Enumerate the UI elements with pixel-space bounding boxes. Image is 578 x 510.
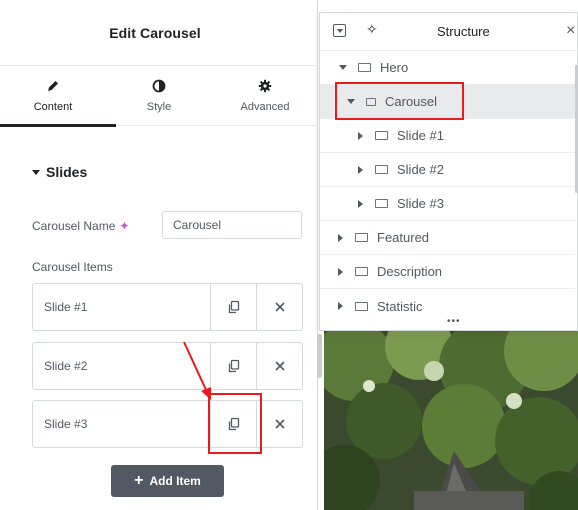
tree-item-slide-2[interactable]: Slide #2 bbox=[320, 153, 575, 187]
carousel-name-input[interactable] bbox=[162, 211, 302, 239]
remove-button[interactable] bbox=[256, 401, 302, 447]
duplicate-icon bbox=[228, 300, 239, 314]
pencil-icon bbox=[48, 81, 58, 91]
ai-sparkle-icon[interactable]: ✦ bbox=[119, 219, 129, 233]
close-icon[interactable]: × bbox=[566, 22, 575, 40]
container-icon bbox=[355, 267, 368, 276]
highlight-carousel bbox=[335, 82, 464, 120]
highlight-duplicate-button bbox=[208, 393, 262, 454]
repeater-item[interactable]: Slide #2 bbox=[32, 342, 303, 390]
expand-icon[interactable] bbox=[338, 65, 348, 70]
section-toggle-slides[interactable]: Slides bbox=[32, 164, 87, 180]
tab-advanced-label: Advanced bbox=[240, 101, 290, 113]
collapse-toggle-icon[interactable] bbox=[333, 24, 346, 37]
duplicate-icon bbox=[228, 359, 239, 373]
expand-icon[interactable] bbox=[355, 165, 365, 174]
container-icon bbox=[358, 63, 371, 72]
panel-tabs: Content Style Advanced bbox=[0, 66, 318, 127]
tree-item-featured[interactable]: Featured bbox=[320, 221, 575, 255]
ai-sparkle-icon[interactable]: ✧ bbox=[366, 21, 378, 38]
tab-content[interactable]: Content bbox=[0, 66, 116, 127]
structure-panel: ✧ Structure × Hero Carousel Slide #1 Sli… bbox=[319, 12, 578, 331]
resize-handle-icon[interactable]: ••• bbox=[447, 316, 461, 327]
container-icon bbox=[375, 165, 388, 174]
expand-icon[interactable] bbox=[335, 302, 345, 310]
panel-title: Edit Carousel bbox=[109, 24, 201, 41]
editor-panel: Edit Carousel Content Style Advanced Sli… bbox=[0, 0, 318, 510]
remove-button[interactable] bbox=[256, 343, 302, 389]
section-title: Slides bbox=[46, 164, 88, 180]
gear-icon bbox=[258, 79, 272, 93]
expand-icon[interactable] bbox=[335, 233, 345, 242]
container-icon bbox=[375, 199, 388, 208]
tab-content-label: Content bbox=[33, 101, 73, 113]
carousel-name-label-text: Carousel Name bbox=[32, 219, 116, 233]
tree-item-label: Slide #2 bbox=[397, 162, 444, 177]
tree-item-label: Hero bbox=[380, 60, 409, 75]
tree-photo bbox=[324, 331, 578, 510]
carousel-name-label: Carousel Name ✦ bbox=[32, 219, 129, 233]
expand-icon[interactable] bbox=[335, 267, 345, 276]
tab-advanced[interactable]: Advanced bbox=[212, 66, 318, 126]
container-icon bbox=[355, 301, 368, 311]
panel-header: Edit Carousel bbox=[0, 0, 318, 66]
tree-item-label: Statistic bbox=[377, 298, 423, 314]
add-item-label: Add Item bbox=[149, 474, 201, 488]
tree-item-label: Featured bbox=[377, 230, 430, 245]
close-icon bbox=[274, 361, 285, 371]
tree-item-slide-3[interactable]: Slide #3 bbox=[320, 187, 575, 221]
tree-item-slide-1[interactable]: Slide #1 bbox=[320, 119, 575, 153]
tree-item-label: Description bbox=[377, 264, 443, 279]
close-icon bbox=[274, 302, 285, 312]
remove-button[interactable] bbox=[256, 284, 302, 330]
duplicate-button[interactable] bbox=[210, 284, 256, 330]
repeater-item-title[interactable]: Slide #3 bbox=[33, 401, 210, 447]
repeater-item[interactable]: Slide #1 bbox=[32, 283, 303, 331]
plus-icon: + bbox=[134, 472, 144, 489]
tab-style-label: Style bbox=[146, 101, 172, 113]
caret-down-icon bbox=[32, 169, 40, 175]
contrast-icon bbox=[152, 79, 166, 93]
container-icon bbox=[375, 131, 388, 140]
structure-title: Structure bbox=[437, 24, 490, 39]
repeater-item-title[interactable]: Slide #1 bbox=[33, 284, 210, 330]
repeater-item[interactable]: Slide #3 bbox=[32, 400, 303, 448]
tree-item-hero[interactable]: Hero bbox=[320, 51, 575, 85]
expand-icon[interactable] bbox=[355, 199, 365, 208]
tree-item-description[interactable]: Description bbox=[320, 255, 575, 289]
expand-icon[interactable] bbox=[355, 131, 365, 140]
preview-image bbox=[324, 331, 578, 510]
tree-item-label: Slide #1 bbox=[397, 128, 444, 143]
close-icon bbox=[274, 419, 285, 429]
container-icon bbox=[355, 233, 368, 242]
carousel-items-label: Carousel Items bbox=[32, 260, 113, 274]
tree-item-label: Slide #3 bbox=[397, 196, 444, 211]
tab-style[interactable]: Style bbox=[106, 66, 212, 126]
add-item-button[interactable]: + Add Item bbox=[111, 465, 224, 497]
panel-scrollbar[interactable] bbox=[317, 334, 322, 378]
structure-header: ✧ Structure × bbox=[320, 13, 578, 51]
annotation-arrow-icon bbox=[183, 341, 211, 400]
